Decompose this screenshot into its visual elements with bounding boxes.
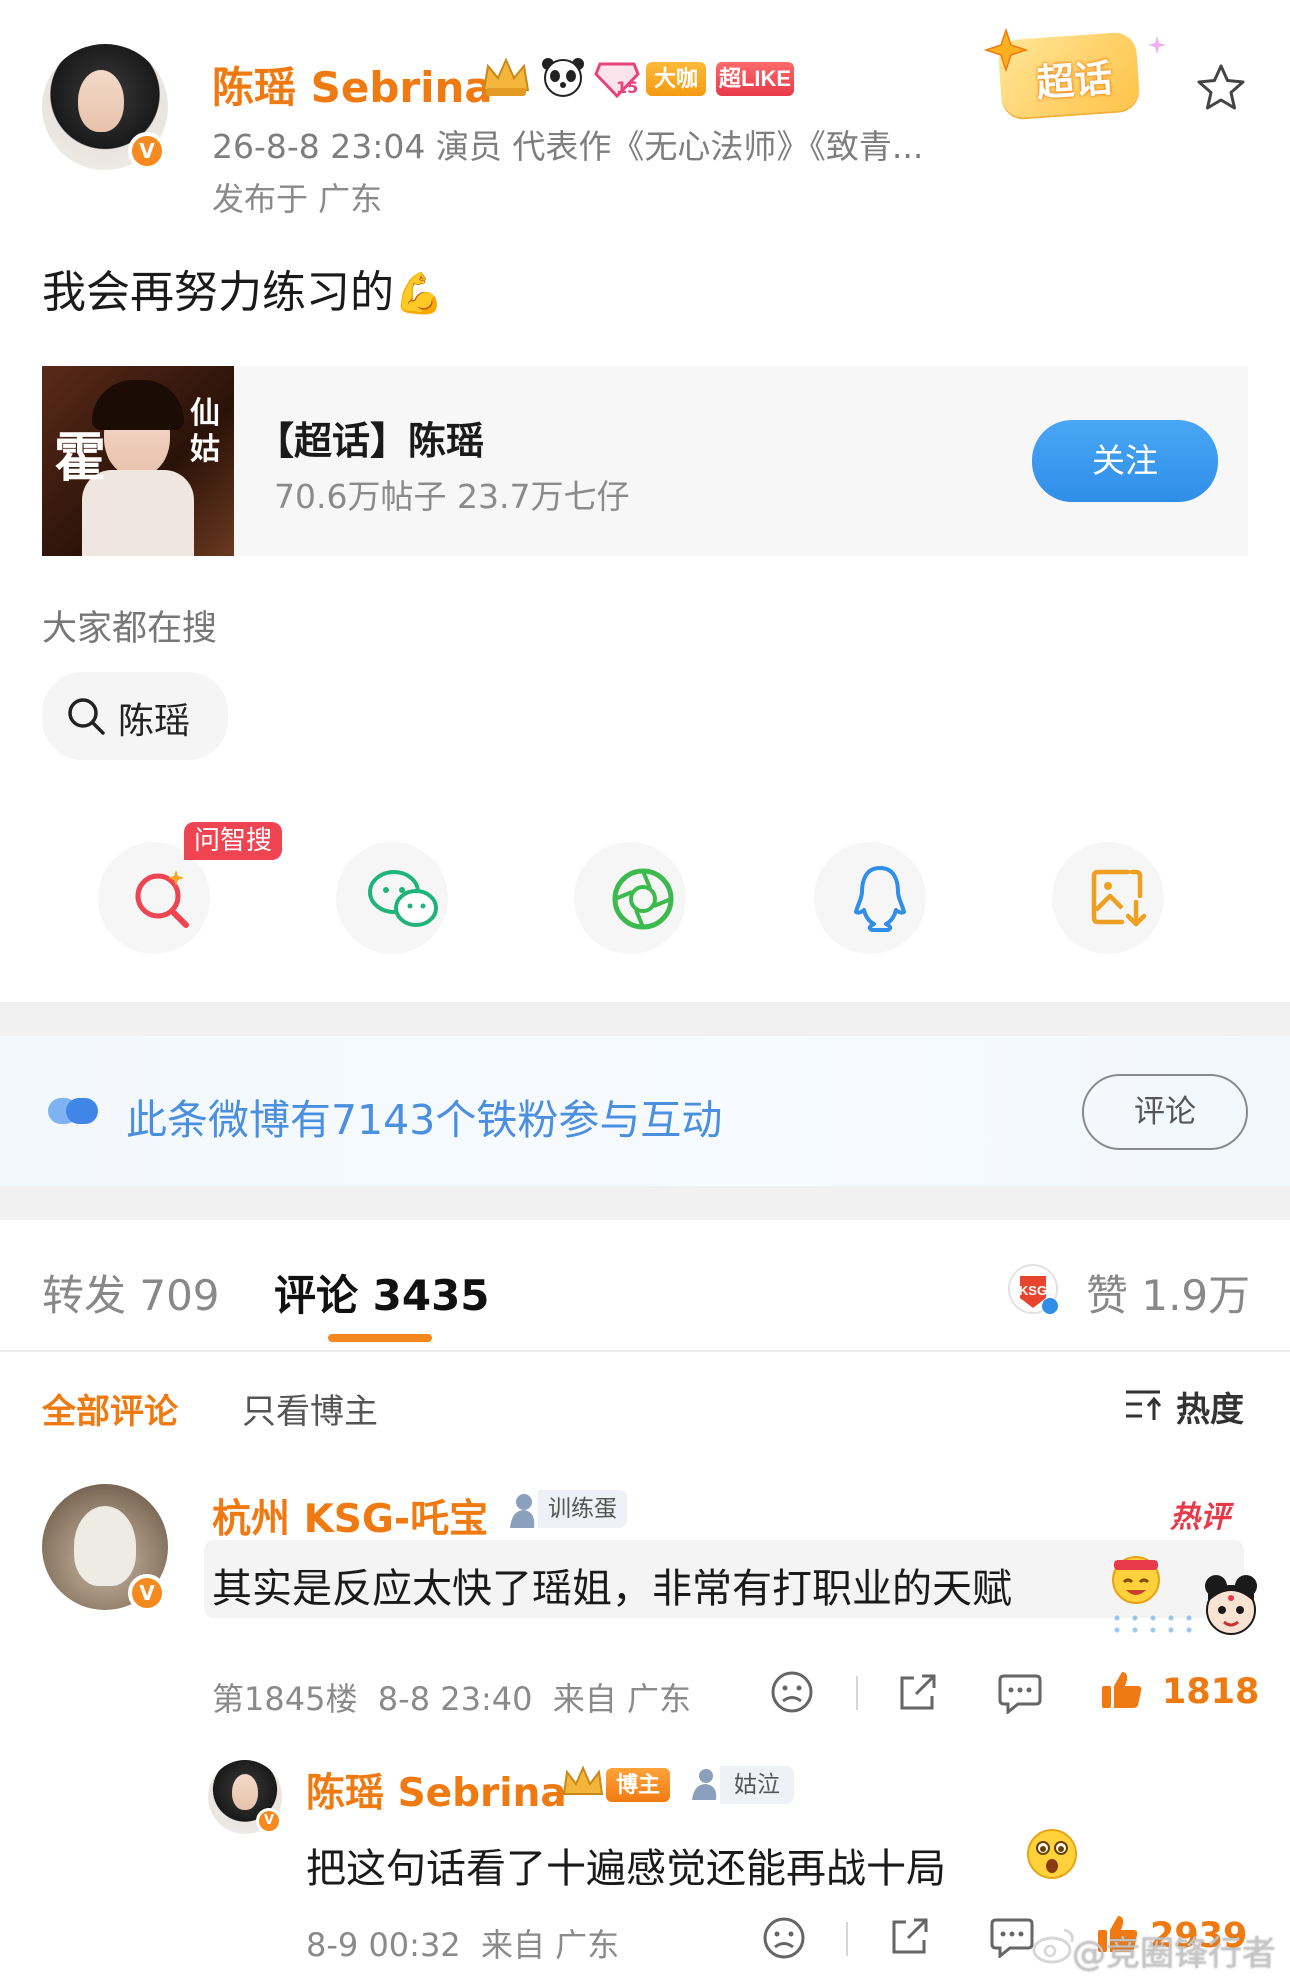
thumb-text-left: 霍 xyxy=(54,428,107,489)
commenter-avatar-figure xyxy=(74,1506,136,1586)
panda-badge-icon xyxy=(542,58,584,97)
reply-dislike-face-icon[interactable] xyxy=(762,1916,806,1960)
commenter-name[interactable]: 杭州 KSG-吒宝 xyxy=(212,1488,488,1544)
reply-meta: 8-9 00:32 来自 广东 xyxy=(306,1926,620,1964)
tab-repost[interactable]: 转发 709 xyxy=(42,1262,220,1323)
reply-fan-level-icon xyxy=(692,1769,717,1800)
comment-text: 其实是反应太快了瑶姐，非常有打职业的天赋 xyxy=(212,1566,1012,1612)
super-topic-thumbnail: 仙姑 霍 xyxy=(42,366,234,556)
fans-comment-button[interactable]: 评论 xyxy=(1082,1074,1248,1150)
search-icon xyxy=(68,698,105,735)
crown-badge-icon xyxy=(482,57,530,96)
follow-button[interactable]: 关注 xyxy=(1032,420,1218,502)
share-icon[interactable] xyxy=(896,1670,940,1714)
active-tab-indicator xyxy=(328,1334,432,1342)
reply-verified-icon: V xyxy=(256,1808,282,1834)
svg-text:KSG: KSG xyxy=(1019,1283,1047,1298)
like-icon[interactable] xyxy=(1100,1668,1144,1712)
author-name[interactable]: 陈瑶 Sebrina xyxy=(212,54,493,115)
sparkle-star-icon xyxy=(984,28,1028,72)
trending-search-heading: 大家都在搜 xyxy=(42,609,218,649)
meta-divider xyxy=(856,1676,858,1710)
post-content: 我会再努力练习的💪 xyxy=(42,256,444,320)
reply-reply-icon[interactable] xyxy=(990,1916,1034,1958)
super-topic-stats: 70.6万帖子 23.7万七仔 xyxy=(274,477,630,516)
ksg-team-logo-icon: KSG xyxy=(1008,1264,1058,1314)
wechat-icon xyxy=(368,870,438,927)
flexed-arm-emoji: 💪 xyxy=(394,271,444,317)
reply-author-name[interactable]: 陈瑶 Sebrina xyxy=(306,1762,567,1818)
fans-bubble-icon xyxy=(48,1098,98,1124)
commenter-fan-tag: 训练蛋 xyxy=(538,1490,627,1528)
shocked-emoji-icon xyxy=(1027,1829,1077,1879)
comment-like-count: 1818 xyxy=(1162,1672,1260,1712)
post-location: 发布于 广东 xyxy=(212,180,383,218)
sort-icon[interactable] xyxy=(1124,1386,1164,1422)
cheer-emoji-icon xyxy=(1112,1556,1160,1604)
filter-author-only[interactable]: 只看博主 xyxy=(242,1384,378,1433)
reply-text: 把这句话看了十遍感觉还能再战十局 xyxy=(306,1846,946,1892)
daka-badge: 大咖 xyxy=(646,62,706,96)
watermark-text: @竞圈锋行者 xyxy=(1072,1934,1276,1974)
nezha-sticker-icon xyxy=(1205,1575,1257,1635)
filter-all-comments[interactable]: 全部评论 xyxy=(42,1384,178,1433)
tab-likes[interactable]: 赞 1.9万 xyxy=(1086,1262,1250,1323)
hot-comment-label: 热评 xyxy=(1170,1500,1230,1535)
sparkle-small-icon xyxy=(1148,36,1166,54)
section-separator-2 xyxy=(0,1186,1290,1220)
post-meta-line: 26-8-8 23:04 演员 代表作《无心法师》《致青... xyxy=(212,127,924,166)
reply-crown-icon xyxy=(562,1765,604,1795)
sparkle-dots xyxy=(1108,1612,1198,1636)
super-topic-title: 【超话】陈瑶 xyxy=(256,419,485,463)
tabs-divider xyxy=(0,1350,1290,1352)
iron-fans-text: 此条微博有7143个铁粉参与互动 xyxy=(126,1096,723,1144)
reply-meta-divider xyxy=(846,1922,848,1956)
qq-icon xyxy=(854,866,906,932)
commenter-verified-icon: V xyxy=(128,1574,166,1612)
favorite-star-icon[interactable] xyxy=(1194,62,1248,114)
tab-comments[interactable]: 评论 3435 xyxy=(274,1262,490,1323)
reply-fan-tag: 姑泣 xyxy=(720,1766,794,1804)
author-role-badge: 博主 xyxy=(606,1768,670,1802)
fan-level-icon xyxy=(510,1494,535,1528)
search-ai-icon xyxy=(135,870,189,928)
save-image-icon xyxy=(1091,869,1147,927)
reply-icon[interactable] xyxy=(998,1672,1042,1714)
reply-author-avatar-face xyxy=(232,1774,258,1810)
comment-meta: 第1845楼 8-8 23:40 来自 广东 xyxy=(212,1680,691,1718)
superlike-badge: 超LIKE xyxy=(716,62,794,96)
post-content-text: 我会再努力练习的 xyxy=(42,267,394,318)
level-number: 15 xyxy=(616,78,639,97)
trending-search-query: 陈瑶 xyxy=(118,701,191,742)
sort-label[interactable]: 热度 xyxy=(1176,1382,1244,1431)
thumb-text-right: 仙姑 xyxy=(190,396,220,467)
moments-icon xyxy=(612,868,674,930)
reply-share-icon[interactable] xyxy=(888,1914,932,1958)
section-separator xyxy=(0,1002,1290,1036)
weibo-watermark-icon xyxy=(1032,1928,1074,1964)
ai-search-tag: 问智搜 xyxy=(184,822,283,860)
super-topic-sticker-label: 超话 xyxy=(1034,56,1114,106)
author-avatar-face xyxy=(78,70,124,132)
dislike-face-icon[interactable] xyxy=(770,1670,814,1714)
verified-badge-icon: V xyxy=(128,132,166,170)
